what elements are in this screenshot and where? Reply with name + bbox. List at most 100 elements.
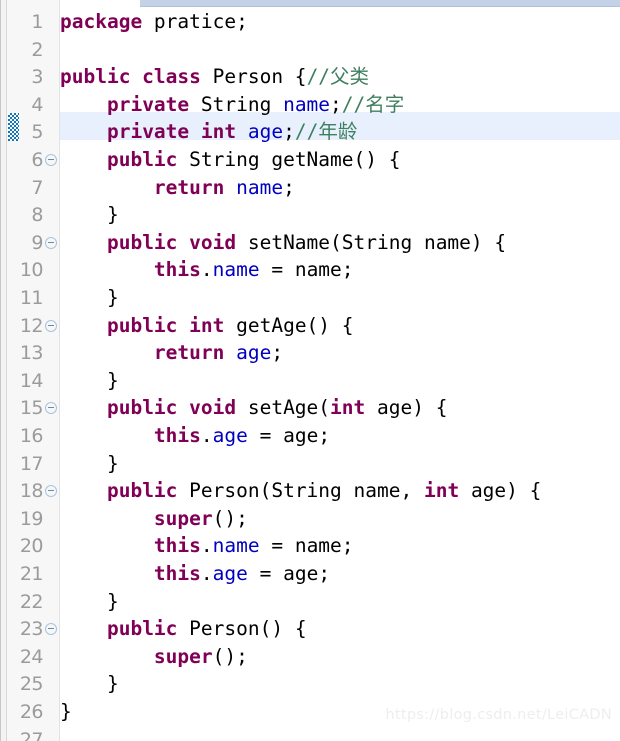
code-line[interactable]: 24 super(); <box>0 643 620 671</box>
code-text: private String name;//名字 <box>60 91 404 119</box>
token-pln: (); <box>212 506 248 530</box>
code-line[interactable]: 6 public String getName() { <box>0 146 620 174</box>
token-cmt: //名字 <box>341 92 405 116</box>
token-cmt: //父类 <box>306 65 370 89</box>
token-cmt: //年龄 <box>294 120 358 144</box>
token-pln <box>60 176 154 199</box>
code-text: this.name = name; <box>60 256 354 284</box>
line-number: 16 <box>19 425 44 447</box>
code-line[interactable]: 18 public Person(String name, int age) { <box>0 477 620 505</box>
line-number: 4 <box>31 93 43 116</box>
code-line[interactable]: 27 <box>0 726 620 741</box>
line-number: 7 <box>31 176 43 199</box>
token-pln <box>60 424 154 447</box>
token-pln: . <box>200 562 213 585</box>
line-number: 24 <box>19 645 44 668</box>
line-number: 5 <box>31 121 43 144</box>
token-kw: int <box>423 479 460 503</box>
line-number: 14 <box>19 369 44 392</box>
line-number: 2 <box>31 38 43 61</box>
code-line[interactable]: 7 return name; <box>0 174 620 202</box>
token-kw: int <box>330 396 366 420</box>
line-number: 1 <box>31 11 43 33</box>
code-line[interactable]: 2 <box>0 36 620 64</box>
code-line[interactable]: 12 public int getAge() { <box>0 312 620 340</box>
code-line[interactable]: 22 } <box>0 588 620 616</box>
token-pln: . <box>200 424 213 447</box>
token-pln <box>60 507 154 530</box>
token-fld: name <box>212 258 260 282</box>
token-pln: Person(String name, <box>177 479 424 503</box>
token-pln: } <box>60 203 119 227</box>
fold-collapse-icon[interactable] <box>45 623 57 636</box>
fold-collapse-icon[interactable] <box>45 154 57 166</box>
line-number: 8 <box>31 204 43 227</box>
line-number: 6 <box>31 149 43 171</box>
token-pln: pratice; <box>142 10 248 33</box>
code-editor[interactable]: 1 package pratice; 2 3 public class Person {… <box>0 0 620 741</box>
token-pln: age) { <box>459 479 542 503</box>
token-kw: private <box>106 92 190 116</box>
code-text: public void setAge(int age) { <box>60 394 447 422</box>
code-line[interactable]: 23 public Person() { <box>0 615 620 643</box>
code-text: public String getName() { <box>60 146 401 174</box>
token-pln <box>60 148 107 171</box>
token-fld: name <box>283 92 331 116</box>
fold-collapse-icon[interactable] <box>45 236 57 249</box>
code-line[interactable]: 4 private String name;//名字 <box>0 91 620 119</box>
code-text: public void setName(String name) { <box>60 229 506 257</box>
token-pln: } <box>60 286 119 309</box>
fold-collapse-icon[interactable] <box>45 485 57 498</box>
code-line[interactable]: 13 return age; <box>0 339 620 367</box>
code-line[interactable]: 17 } <box>0 450 620 478</box>
fold-collapse-icon[interactable] <box>45 402 57 415</box>
code-line[interactable]: 10 this.name = name; <box>0 256 620 284</box>
code-line[interactable]: 16 this.age = age; <box>0 422 620 450</box>
token-pln <box>60 314 107 337</box>
fold-collapse-icon[interactable] <box>45 319 57 332</box>
token-pln <box>60 645 154 668</box>
code-line[interactable]: 21 this.age = age; <box>0 560 620 588</box>
token-kw: public <box>106 617 178 641</box>
code-line[interactable]: 25 } <box>0 670 620 698</box>
code-line[interactable]: 11 } <box>0 284 620 312</box>
line-number: 19 <box>19 507 44 530</box>
editor-top-accent-bar <box>140 0 620 7</box>
token-kw: public <box>106 148 178 171</box>
code-line[interactable]: 5 private int age;//年龄 <box>0 118 620 146</box>
code-line[interactable]: 14 } <box>0 367 620 395</box>
token-pln <box>60 562 154 585</box>
token-kw: package <box>60 10 143 33</box>
token-pln: ; <box>330 92 342 116</box>
token-pln: getAge() { <box>224 313 354 337</box>
token-fld: age <box>247 120 284 144</box>
code-line[interactable]: 9 public void setName(String name) { <box>0 229 620 257</box>
token-pln: } <box>60 451 119 475</box>
token-pln <box>60 534 154 557</box>
token-pln: ; <box>283 175 295 199</box>
token-fld: age <box>212 562 248 585</box>
code-text: } <box>60 670 119 698</box>
token-kw: public <box>106 479 178 503</box>
token-kw: public class <box>60 65 201 89</box>
token-kw: this <box>153 534 201 558</box>
code-line[interactable]: 15 public void setAge(int age) { <box>0 394 620 422</box>
token-pln <box>60 479 107 502</box>
token-kw: this <box>153 424 201 447</box>
token-pln: ; <box>283 120 295 144</box>
code-line[interactable]: 1 package pratice; <box>0 8 620 36</box>
code-text: private int age;//年龄 <box>60 118 357 146</box>
line-number: 15 <box>19 397 44 420</box>
line-number: 21 <box>19 563 44 585</box>
code-line[interactable]: 8 } <box>0 201 620 229</box>
code-line[interactable]: 19 super(); <box>0 505 620 533</box>
code-line[interactable]: 3 public class Person {//父类 <box>0 63 620 91</box>
token-kw: public int <box>106 313 225 337</box>
token-pln <box>60 258 154 281</box>
code-text: return name; <box>60 174 295 202</box>
token-pln: = age; <box>247 424 331 447</box>
code-line[interactable]: 20 this.name = name; <box>0 532 620 560</box>
code-text: super(); <box>60 505 248 533</box>
token-pln: = age; <box>247 562 331 585</box>
code-text: public Person() { <box>60 615 307 643</box>
